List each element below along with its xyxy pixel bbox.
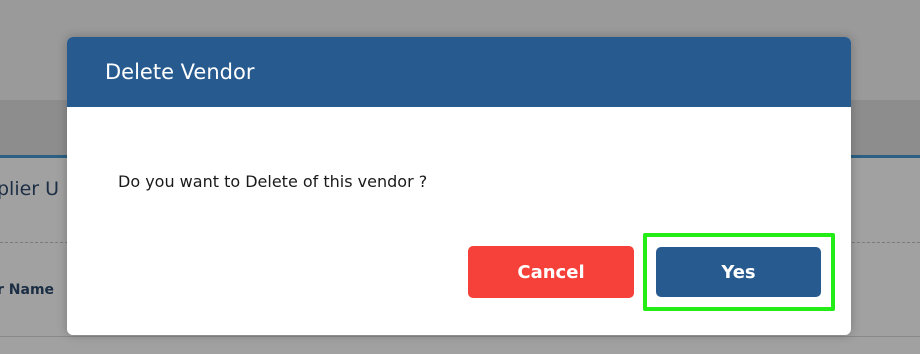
background-bottom-divider [0,336,920,337]
dialog-title: Delete Vendor [105,60,255,84]
yes-button[interactable]: Yes [656,247,821,297]
cancel-button[interactable]: Cancel [468,246,634,298]
background-page-title: plier U [0,178,60,200]
dialog-message: Do you want to Delete of this vendor ? [118,172,428,191]
dialog-header: Delete Vendor [67,37,851,107]
background-field-label: r Name [0,282,55,298]
delete-vendor-dialog: Delete Vendor Do you want to Delete of t… [67,37,851,335]
